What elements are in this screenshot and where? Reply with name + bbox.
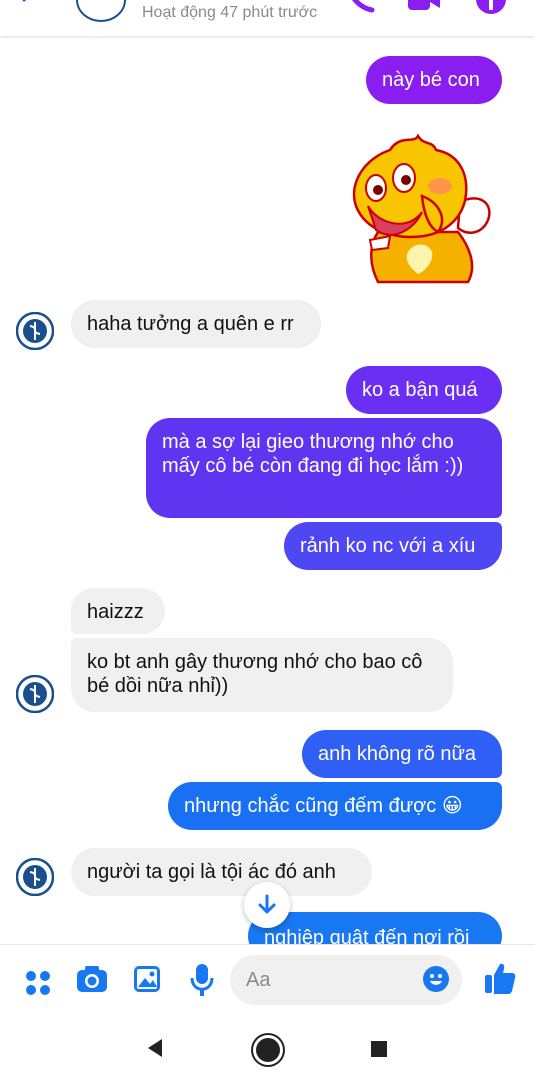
contact-avatar[interactable] (76, 0, 126, 22)
contact-avatar[interactable] (16, 858, 54, 896)
camera-icon[interactable] (76, 965, 108, 993)
received-message[interactable]: haha tưởng a quên e rr (71, 300, 321, 348)
active-status: Hoạt động 47 phút trước (142, 4, 318, 21)
message-input-box[interactable] (230, 955, 462, 1005)
nav-home-icon[interactable] (256, 1038, 280, 1062)
message-composer (0, 944, 535, 1017)
nav-back-icon[interactable] (146, 1038, 164, 1058)
arrow-down-icon (258, 894, 276, 914)
microphone-icon[interactable] (190, 963, 214, 997)
sent-message[interactable]: này bé con (366, 56, 502, 104)
scroll-to-bottom-button[interactable] (244, 882, 290, 928)
sent-message[interactable]: mà a sợ lại gieo thương nhớ cho mấy cô b… (146, 418, 502, 518)
sent-message[interactable]: rảnh ko nc với a xíu (284, 522, 502, 570)
system-navigation-bar (0, 1016, 535, 1080)
dinosaur-sticker[interactable] (348, 132, 498, 284)
gallery-icon[interactable] (133, 965, 161, 993)
message-input[interactable] (244, 968, 418, 993)
sent-message[interactable]: nhưng chắc cũng đếm được 😀 (168, 782, 502, 830)
info-icon[interactable] (476, 0, 506, 14)
nav-recents-icon[interactable] (371, 1041, 387, 1057)
sent-message[interactable]: ko a bận quá (346, 366, 502, 414)
contact-avatar[interactable] (16, 312, 54, 350)
thumbs-up-icon[interactable] (484, 961, 516, 995)
sent-message[interactable]: anh không rõ nữa (302, 730, 502, 778)
phone-icon[interactable] (346, 0, 376, 14)
back-icon[interactable] (18, 0, 38, 10)
contact-avatar[interactable] (16, 675, 54, 713)
emoji-icon[interactable] (422, 965, 450, 993)
received-message[interactable]: haizzz (71, 588, 165, 634)
received-message[interactable]: ko bt anh gây thương nhớ cho bao cô bé d… (71, 638, 453, 712)
video-icon[interactable] (406, 0, 442, 14)
chat-header: Hoạt động 47 phút trước (0, 0, 535, 36)
menu-dots-icon[interactable] (24, 969, 52, 997)
received-message[interactable]: người ta gọi là tội ác đó anh (71, 848, 372, 896)
